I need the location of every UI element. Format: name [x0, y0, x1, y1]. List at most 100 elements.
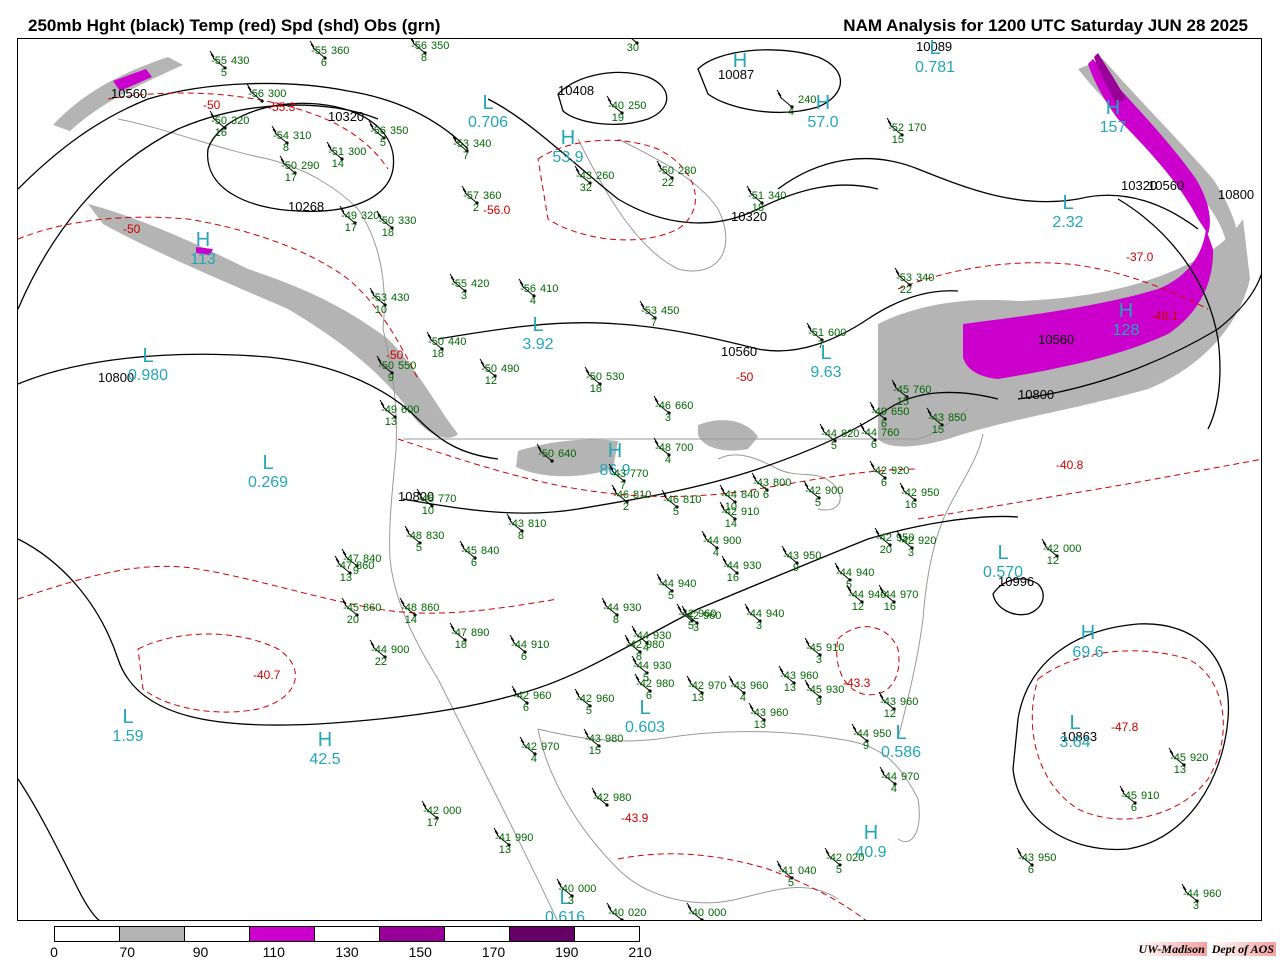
obs-height: 960: [800, 670, 818, 682]
obs-temp: -42: [513, 690, 529, 702]
height-contour-label: 10800: [1018, 387, 1054, 402]
obs-height: 970: [900, 589, 918, 601]
station-obs: -40 250 19: [606, 95, 646, 124]
obs-height: 960: [770, 707, 788, 719]
pressure-center-value: 0.586: [881, 744, 921, 761]
station-obs: -44 940 5: [656, 573, 696, 602]
temp-contour-label: -50: [203, 98, 221, 112]
pressure-center-value: 3.92: [522, 336, 553, 353]
obs-height: 350: [390, 125, 408, 137]
obs-dewpoint-depression: 18: [590, 383, 602, 395]
obs-temp: -44: [821, 428, 837, 440]
jet-shading-midwest-2: [698, 420, 758, 451]
obs-temp: -45: [893, 384, 909, 396]
obs-height: 910: [1141, 790, 1159, 802]
obs-temp: -56: [520, 283, 536, 295]
obs-temp: -45: [1170, 752, 1186, 764]
obs-temp: -44: [836, 567, 852, 579]
obs-temp: -43: [753, 477, 769, 489]
station-obs: -43 810 8: [506, 513, 546, 542]
obs-height: 950: [1038, 852, 1056, 864]
station-obs: -48 770 10: [416, 488, 456, 517]
obs-temp: -44: [723, 560, 739, 572]
obs-height: 760: [913, 384, 931, 396]
station-obs: -45 930 9: [804, 679, 844, 708]
obs-dewpoint-depression: 12: [852, 601, 864, 613]
east-coast: [897, 433, 984, 740]
pressure-center-value: 57.0: [807, 114, 838, 131]
obs-dewpoint-depression: 6: [881, 477, 887, 489]
obs-dewpoint-depression: 4: [530, 295, 536, 307]
obs-dewpoint-depression: 13: [692, 692, 704, 704]
colorbar-segment: [120, 927, 185, 941]
pressure-center-letter: H: [733, 50, 747, 72]
obs-height: 360: [331, 45, 349, 57]
obs-dewpoint-depression: 6: [763, 489, 769, 501]
obs-dewpoint-depression: 7: [651, 317, 657, 329]
obs-temp: -43: [928, 412, 944, 424]
obs-height: 350: [431, 40, 449, 52]
obs-temp: -49: [341, 210, 357, 222]
speed-colorbar: [54, 926, 640, 942]
colorbar-tick-label: 150: [408, 944, 432, 960]
obs-dewpoint-depression: 3: [816, 654, 822, 666]
obs-height: 020: [846, 852, 864, 864]
obs-dewpoint-depression: 4: [531, 753, 537, 765]
pressure-center-value: 1.59: [112, 728, 143, 745]
obs-height: 250: [628, 100, 646, 112]
obs-dewpoint-depression: 6: [1131, 802, 1137, 814]
obs-temp: -50: [211, 115, 227, 127]
obs-temp: -44: [633, 630, 649, 642]
obs-temp: -44: [703, 535, 719, 547]
obs-dewpoint-depression: 18: [432, 348, 444, 360]
obs-temp: -44: [603, 602, 619, 614]
obs-height: 000: [443, 805, 461, 817]
pressure-center-letter: L: [532, 314, 543, 336]
obs-height: 920: [918, 535, 936, 547]
obs-height: 890: [471, 627, 489, 639]
obs-temp: -42: [636, 678, 652, 690]
obs-temp: -50: [378, 360, 394, 372]
height-contour-label: 10800: [1218, 187, 1254, 202]
obs-height: 960: [900, 696, 918, 708]
obs-dewpoint-depression: 4: [713, 547, 719, 559]
obs-temp: -40: [688, 907, 704, 919]
pressure-center-value: 3.64: [1059, 734, 1090, 751]
obs-dewpoint-depression: 12: [485, 375, 497, 387]
temp-contour-label: -43.9: [621, 811, 649, 825]
station-obs: -43 950 6: [1016, 847, 1056, 876]
obs-height: 360: [483, 190, 501, 202]
obs-dewpoint-depression: 16: [884, 601, 896, 613]
obs-height: 320: [231, 115, 249, 127]
station-obs: -42 910 14: [719, 501, 759, 530]
obs-height: 970: [541, 741, 559, 753]
colorbar-segment: [250, 927, 315, 941]
pressure-center-value: 0.781: [915, 59, 955, 76]
temp-contour-label: -50: [736, 370, 754, 384]
obs-height: 980: [605, 733, 623, 745]
obs-temp: -42: [1043, 543, 1059, 555]
obs-height: 310: [293, 130, 311, 142]
station-obs: -56 410 4: [518, 278, 558, 307]
temp-55-north: [107, 92, 389, 170]
obs-dewpoint-depression: 7: [463, 150, 469, 162]
obs-height: 920: [891, 465, 909, 477]
station-obs: -46 810 5: [661, 489, 701, 518]
obs-dewpoint-depression: 4: [891, 783, 897, 795]
obs-dewpoint-depression: 5: [831, 440, 837, 452]
obs-dewpoint-depression: 9: [863, 740, 869, 752]
obs-temp: -43: [780, 670, 796, 682]
obs-dewpoint-depression: 10: [375, 304, 387, 316]
obs-dewpoint-depression: 8: [518, 530, 524, 542]
pressure-center-letter: L: [997, 542, 1008, 564]
obs-dewpoint-depression: 15: [589, 745, 601, 757]
obs-dewpoint-depression: 9: [816, 696, 822, 708]
colorbar-segment: [185, 927, 250, 941]
height-contours: [18, 49, 1261, 920]
obs-height: 770: [630, 468, 648, 480]
pressure-center-value: 0.603: [625, 719, 665, 736]
colorbar-segment: [445, 927, 510, 941]
obs-temp: -47: [451, 627, 467, 639]
height-contour-label: 10560: [1038, 332, 1074, 347]
obs-temp: -43: [1018, 852, 1034, 864]
